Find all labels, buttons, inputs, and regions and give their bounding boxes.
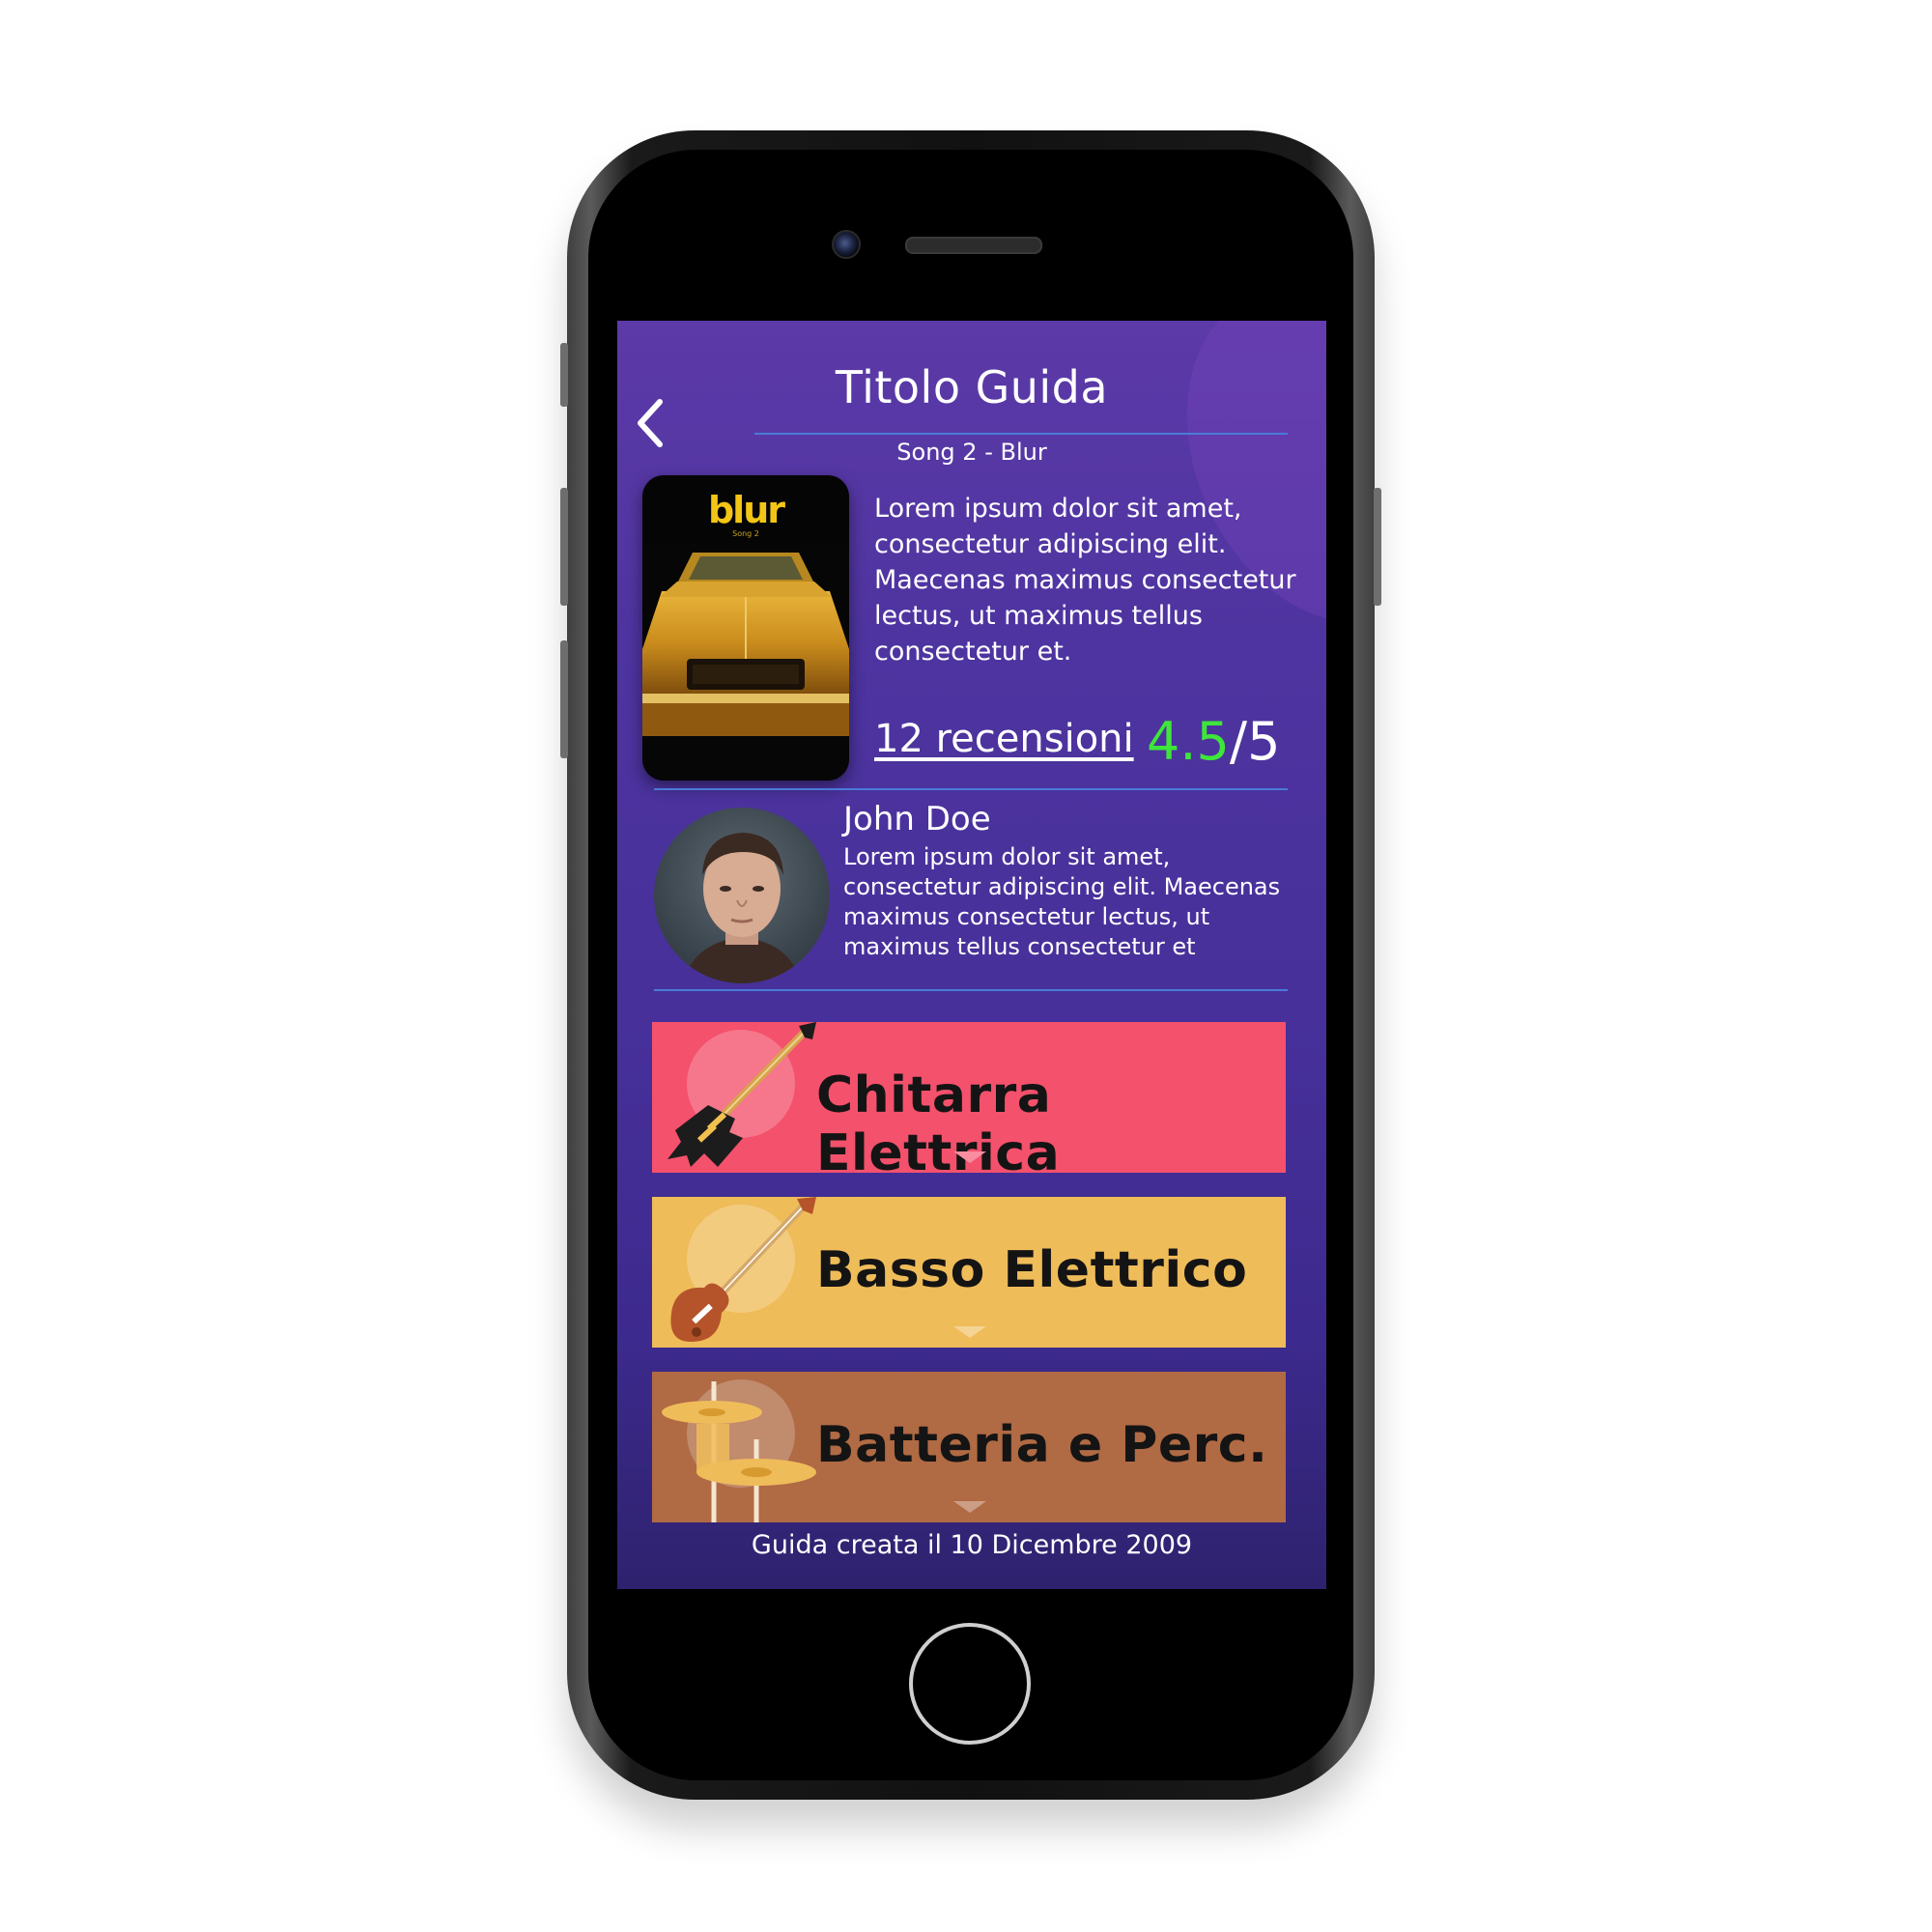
front-camera [832, 230, 861, 259]
rating-max: /5 [1229, 711, 1281, 772]
instrument-card-bass-guitar[interactable]: Basso Elettrico [652, 1197, 1286, 1348]
golden-car-image [642, 543, 849, 781]
chevron-down-icon [953, 1501, 986, 1513]
album-logo-subtitle: Song 2 [732, 529, 759, 538]
home-button[interactable] [909, 1623, 1031, 1745]
drums-cymbal-icon [662, 1381, 816, 1522]
instrument-label: Chitarra Elettrica [816, 1066, 1061, 1173]
song-description: Lorem ipsum dolor sit amet, consectetur … [874, 494, 1296, 667]
electric-guitar-icon [668, 1022, 816, 1167]
silent-switch [560, 343, 568, 407]
author-bio: Lorem ipsum dolor sit amet, consectetur … [843, 843, 1281, 960]
page-title: Titolo Guida [835, 361, 1109, 413]
volume-up-button [560, 488, 568, 606]
album-logo: blur [707, 489, 785, 531]
section-divider [654, 788, 1288, 790]
album-cover: blur Song 2 [642, 475, 849, 781]
volume-down-button [560, 640, 568, 758]
song-subtitle: Song 2 - Blur [896, 439, 1047, 466]
power-button [1374, 488, 1381, 606]
author-photo [683, 833, 801, 983]
bass-guitar-icon [670, 1197, 816, 1342]
app-screen: Titolo Guida Song 2 - Blur blur Song 2 L… [617, 321, 1326, 1589]
instrument-card-drums[interactable]: Batteria e Perc. [652, 1372, 1286, 1522]
chevron-down-icon [953, 1151, 986, 1163]
author-avatar[interactable] [654, 808, 830, 983]
instrument-label: Basso Elettrico [816, 1241, 1248, 1299]
earpiece-speaker [905, 237, 1042, 254]
rating-value: 4.5 [1147, 711, 1230, 772]
title-divider [754, 433, 1288, 435]
section-divider [654, 989, 1288, 991]
instrument-card-electric-guitar[interactable]: Chitarra Elettrica [652, 1022, 1286, 1173]
chevron-down-icon [953, 1326, 986, 1338]
creation-date-footer: Guida creata il 10 Dicembre 2009 [751, 1530, 1193, 1560]
instrument-label: Batteria e Perc. [816, 1416, 1268, 1474]
reviews-link[interactable]: 12 recensioni [874, 717, 1134, 761]
rating-score: 4.5/5 [1147, 711, 1280, 772]
author-name[interactable]: John Doe [843, 800, 991, 838]
